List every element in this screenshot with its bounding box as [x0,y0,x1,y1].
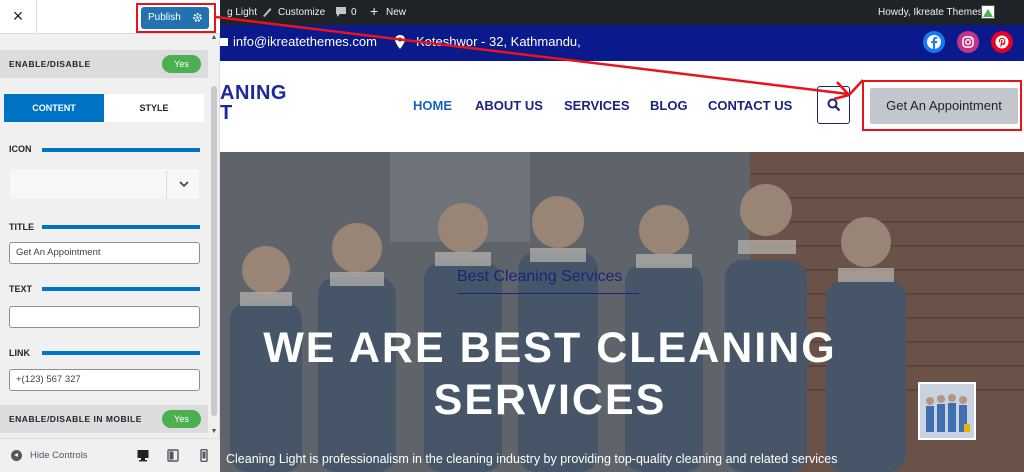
text-section-bar [42,287,200,291]
mobile-toggle[interactable]: Yes [162,410,201,428]
collapse-icon[interactable] [11,450,22,461]
nav-blog[interactable]: BLOG [650,98,688,113]
nav-home[interactable]: HOME [413,98,452,113]
map-pin-icon [395,35,405,49]
customizer-panel: × Publish ENABLE/DISABLE Yes CONTENT STY… [0,0,220,472]
envelope-icon [220,38,228,46]
title-section-bar [42,225,200,229]
instagram-icon[interactable] [957,31,979,53]
hero-subtitle-underline [458,293,639,294]
facebook-icon[interactable] [923,31,945,53]
contact-email[interactable]: info@ikreatethemes.com [233,34,377,49]
nav-contact-us[interactable]: CONTACT US [708,98,792,113]
icon-label: ICON [9,144,32,154]
logo-line-2: T [220,102,233,124]
link-field[interactable]: +(123) 567 327 [9,369,200,391]
tab-content[interactable]: CONTENT [4,94,104,122]
search-button[interactable] [817,86,850,124]
comment-icon [336,7,346,17]
hero-subtitle: Best Cleaning Services [457,268,623,285]
panel-footer: Hide Controls [0,438,220,472]
link-section-bar [42,351,200,355]
hero-title-line-1: WE ARE BEST CLEANING [263,324,837,372]
scroll-down-arrow[interactable]: ▼ [209,428,219,438]
desktop-icon[interactable] [137,449,149,462]
comments-count[interactable]: 0 [351,7,357,18]
pinterest-icon[interactable] [991,31,1013,53]
site-logo[interactable]: ANING T [220,83,287,123]
plus-icon: + [370,3,379,19]
hero-description: Cleaning Light is professionalism in the… [226,452,838,466]
avatar[interactable] [981,5,995,19]
howdy-user[interactable]: Howdy, Ikreate Themes [878,7,983,18]
hide-controls-button[interactable]: Hide Controls [30,450,88,461]
contact-address: Koteshwor - 32, Kathmandu, [416,34,581,49]
tab-style[interactable]: STYLE [104,94,204,122]
mobile-toggle-row: ENABLE/DISABLE IN MOBILE Yes [0,405,208,433]
hero-title: WE ARE BEST CLEANING SERVICES [220,322,880,426]
content-style-tabs: CONTENT STYLE [4,94,204,122]
enable-disable-row: ENABLE/DISABLE Yes [0,50,208,78]
hero-title-line-2: SERVICES [433,376,667,424]
hero-thumbnail[interactable] [918,382,976,440]
customizer-screen: × Publish ENABLE/DISABLE Yes CONTENT STY… [0,0,1024,472]
logo-line-1: ANING [220,82,287,104]
tablet-icon[interactable] [167,449,179,462]
customize-link[interactable]: Customize [278,7,325,18]
brush-icon [263,8,272,17]
wp-admin-bar: g Light Customize 0 + New Howdy, Ikreate… [220,0,1024,25]
team-photo-thumbnail [920,384,974,438]
close-icon[interactable]: × [8,6,28,26]
header-divider [36,0,37,34]
appointment-highlight-box [862,80,1022,131]
title-field[interactable]: Get An Appointment [9,242,200,264]
new-link[interactable]: New [386,7,406,18]
title-label: TITLE [9,222,34,232]
enable-disable-label: ENABLE/DISABLE [9,59,91,69]
icon-picker-divider [166,171,167,199]
text-label: TEXT [9,284,33,294]
hero-section: Best Cleaning Services WE ARE BEST CLEAN… [220,152,1024,472]
mobile-icon[interactable] [198,449,210,462]
icon-picker[interactable] [9,168,200,200]
nav-about-us[interactable]: ABOUT US [475,98,543,113]
icon-section-bar [42,148,200,152]
contact-bar: info@ikreatethemes.com Koteshwor - 32, K… [220,25,1024,61]
search-icon [827,98,841,112]
mobile-toggle-label: ENABLE/DISABLE IN MOBILE [9,414,142,424]
publish-highlight-box [136,3,216,33]
site-header: ANING T HOME ABOUT US SERVICES BLOG CONT… [220,61,1024,152]
scrollbar[interactable] [211,86,217,416]
enable-toggle[interactable]: Yes [162,55,201,73]
scroll-up-arrow[interactable]: ▲ [209,34,219,44]
panel-header: × Publish [0,0,220,34]
chevron-down-icon[interactable] [177,177,191,191]
nav-services[interactable]: SERVICES [564,98,630,113]
text-field[interactable] [9,306,200,328]
link-label: LINK [9,348,30,358]
panel-controls: ENABLE/DISABLE Yes CONTENT STYLE ICON TI… [0,34,220,438]
site-name-link[interactable]: g Light [227,7,257,18]
